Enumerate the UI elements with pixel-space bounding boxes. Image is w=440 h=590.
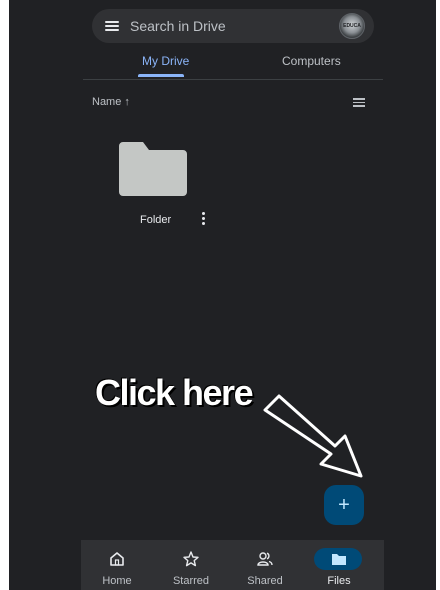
folder-icon bbox=[119, 142, 187, 196]
star-icon bbox=[183, 551, 199, 567]
folder-tile[interactable]: Folder bbox=[117, 140, 207, 232]
tab-computers[interactable]: Computers bbox=[282, 54, 341, 68]
nav-home[interactable]: Home bbox=[87, 540, 147, 590]
new-item-fab[interactable]: + bbox=[324, 485, 364, 525]
plus-icon: + bbox=[338, 493, 350, 516]
list-view-icon[interactable] bbox=[353, 98, 365, 107]
nav-files-label: Files bbox=[327, 575, 351, 587]
folder-name: Folder bbox=[140, 214, 172, 226]
arrow-icon bbox=[263, 394, 363, 478]
home-icon bbox=[110, 552, 124, 566]
nav-files[interactable]: Files bbox=[309, 540, 369, 590]
drive-tabs: My Drive Computers bbox=[92, 50, 382, 80]
nav-starred[interactable]: Starred bbox=[161, 540, 221, 590]
tab-my-drive[interactable]: My Drive bbox=[142, 54, 189, 68]
search-placeholder[interactable]: Search in Drive bbox=[130, 18, 226, 34]
shared-people-icon bbox=[257, 552, 273, 566]
nav-starred-label: Starred bbox=[172, 575, 210, 587]
more-options-icon[interactable] bbox=[200, 212, 206, 228]
bottom-navigation: Home Starred Shared Files bbox=[81, 540, 384, 590]
tab-divider bbox=[83, 79, 383, 80]
sort-by-name-button[interactable]: Name ↑ bbox=[92, 96, 130, 108]
nav-shared-label: Shared bbox=[247, 575, 283, 587]
nav-home-label: Home bbox=[102, 575, 132, 587]
avatar-text: EDUCA bbox=[343, 23, 361, 29]
menu-icon[interactable] bbox=[105, 21, 119, 31]
drive-app-screen: Search in Drive EDUCA My Drive Computers… bbox=[9, 0, 436, 590]
account-avatar[interactable]: EDUCA bbox=[339, 13, 365, 39]
click-here-annotation: Click here bbox=[95, 372, 254, 413]
search-bar[interactable]: Search in Drive EDUCA bbox=[92, 9, 374, 43]
folder-icon bbox=[332, 554, 346, 565]
nav-shared[interactable]: Shared bbox=[235, 540, 295, 590]
active-tab-indicator bbox=[138, 74, 184, 77]
